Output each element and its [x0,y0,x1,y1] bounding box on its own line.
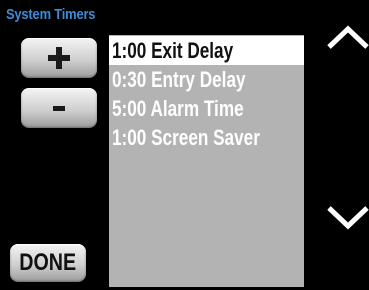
timer-item-label: 0:30 Entry Delay [112,67,246,92]
timer-item-label: 5:00 Alarm Time [112,96,244,121]
timer-item-exit-delay[interactable]: 1:00 Exit Delay [109,36,304,65]
timer-item-screen-saver[interactable]: 1:00 Screen Saver [109,123,304,152]
timer-item-entry-delay[interactable]: 0:30 Entry Delay [109,65,304,94]
decrease-button[interactable] [21,88,97,128]
screen-title: System Timers [6,6,96,23]
scroll-down-button[interactable] [326,205,369,231]
increase-button[interactable] [21,38,97,78]
done-button[interactable]: DONE [10,244,86,282]
chevron-up-icon [327,25,369,49]
chevron-down-icon [327,206,369,230]
system-timers-screen: System Timers 1:00 Exit Delay 0:30 Entry… [0,0,369,290]
minus-icon [53,105,65,111]
timer-item-alarm-time[interactable]: 5:00 Alarm Time [109,94,304,123]
timer-list: 1:00 Exit Delay 0:30 Entry Delay 5:00 Al… [109,35,304,287]
scroll-up-button[interactable] [326,24,369,50]
plus-icon [48,47,70,69]
timer-item-label: 1:00 Exit Delay [112,38,234,63]
done-button-label: DONE [19,249,77,276]
timer-item-label: 1:00 Screen Saver [112,125,260,150]
